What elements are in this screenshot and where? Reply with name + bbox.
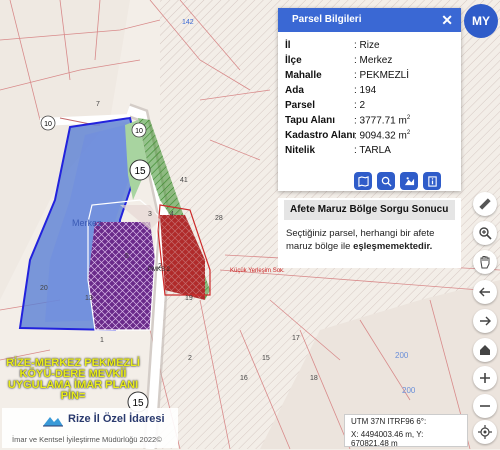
lot-number: 3 [148,211,152,218]
result-text-bold: eşleşmemektedir. [353,241,433,252]
result-title: Afete Maruz Bölge Sorgu Sonucu [284,200,455,220]
info-key: Parsel [285,100,316,111]
svg-text:10: 10 [44,121,52,128]
landslide-icon [404,176,414,185]
lot-number: 1 [100,337,104,344]
coordinate-readout: UTM 37N ITRF96 6°: X: 4494003.46 m, Y: 6… [344,414,468,448]
circle-marker: 10 [40,115,56,131]
area-value: : 9094.32 m [354,130,407,142]
panel-header: Parsel Bilgileri ✕ [278,8,461,32]
grid-number: 200 [395,351,409,360]
lot-number: 19 [185,295,193,302]
info-row: Mahalle : PEKMEZLİ [278,70,461,85]
plus-icon [480,373,490,383]
user-avatar[interactable]: MY [464,4,498,38]
crs-label: UTM 37N ITRF96 6°: [351,417,427,426]
hazard-action-button[interactable] [400,172,418,190]
info-key: Kadastro Alanı [285,130,356,141]
info-row: Tapu Alanı : 3777.71 m2 [278,115,461,130]
map-action-button[interactable] [354,172,372,190]
unit-superscript: 2 [406,115,411,121]
road-number-badge: 15 [129,159,151,181]
zoom-in-icon [479,227,492,240]
hand-icon [480,256,490,269]
magnify-icon [381,176,392,187]
circle-marker: 10 [131,122,147,138]
info-row: Parsel : 2 [278,100,461,115]
back-button[interactable] [473,280,497,304]
info-key: İl [285,40,291,51]
info-action-button[interactable] [423,172,441,190]
unit-superscript: 2 [406,130,411,136]
lot-number: 17 [292,335,300,342]
home-button[interactable] [473,338,497,362]
info-icon [427,175,437,187]
info-key: İlçe [285,55,302,66]
lot-number: 5 [125,253,129,260]
lot-number: 15 [262,355,270,362]
info-key: Nitelik [285,145,316,156]
parcel-info-panel: Parsel Bilgileri ✕ İl : Rize İlçe : Merkez… [278,8,461,191]
lot-number: 142 [182,19,194,26]
organization-name: Rize İl Özel İdaresi [68,413,165,425]
search-action-button[interactable] [377,172,395,190]
map-icon [357,175,369,187]
zoom-out-button[interactable] [473,394,497,418]
ruler-icon [479,198,491,210]
result-text: Seçtiğiniz parsel, herhangi bir afete ma… [278,222,461,258]
info-row: İlçe : Merkez [278,55,461,70]
info-value: : PEKMEZLİ [354,70,410,81]
info-key: Tapu Alanı [285,115,335,126]
organization-logo: Rize İl Özel İdaresi İmar ve Kentsel İyi… [2,408,178,448]
info-key: Ada [285,85,304,96]
lot-number: 18 [310,375,318,382]
zoom-area-button[interactable] [473,221,497,245]
info-value: : TARLA [354,145,391,156]
lot-number: 20 [40,285,48,292]
info-row: Kadastro Alanı: 9094.32 m2 [278,130,461,145]
lot-number: 2 [188,355,192,362]
logo-icon [43,417,63,427]
lot-number: 4 [170,211,174,218]
panel-title: Parsel Bilgileri [292,14,362,25]
grid-number: 200 [402,386,416,395]
xy-value: X: 4494003.46 m, Y: 670821.48 m [351,430,424,448]
hazard-result-panel: Afete Maruz Bölge Sorgu Sonucu Seçtiğini… [278,198,461,268]
info-row: Ada : 194 [278,85,461,100]
measure-tool-button[interactable] [473,192,497,216]
svg-text:15: 15 [134,166,146,177]
area-label: Merkez [72,218,102,228]
pan-tool-button[interactable] [473,250,497,274]
minus-icon [480,405,490,407]
info-value: : 9094.32 m2 [354,130,410,141]
organization-subtitle: İmar ve Kentsel İyileştirme Müdürlüğü 20… [12,435,162,444]
svg-text:10: 10 [135,128,143,135]
home-icon [480,345,490,355]
plan-name-label: RİZE-MERKEZ PEKMEZLİ KÖYÜ-DERE MEVKİİ UY… [6,357,140,402]
info-value: : Rize [354,40,380,51]
info-value: : 194 [354,85,377,96]
crosshair-icon [478,425,492,439]
arrow-right-icon [480,316,491,326]
area-value: : 3777.71 m [354,115,407,127]
info-value: : 3777.71 m2 [354,115,410,126]
parcel-label: PMKS 2 [148,267,171,273]
info-value: : Merkez [354,55,393,66]
info-value: : 2 [354,100,366,111]
lot-number: 13 [85,295,93,302]
info-key: Mahalle [285,70,322,81]
zoom-in-button[interactable] [473,366,497,390]
panel-actions [354,172,441,190]
lot-number: 7 [96,101,100,108]
info-row: İl : Rize [278,40,461,55]
close-icon[interactable]: ✕ [441,8,453,32]
forward-button[interactable] [473,309,497,333]
locate-button[interactable] [473,420,497,444]
street-label: Küçük Yerleşim Sok. [230,268,285,274]
lot-number: 28 [215,215,223,222]
lot-number: 41 [180,177,188,184]
arrow-left-icon [479,287,490,297]
info-row: Nitelik : TARLA [278,145,461,160]
lot-number: 16 [240,375,248,382]
